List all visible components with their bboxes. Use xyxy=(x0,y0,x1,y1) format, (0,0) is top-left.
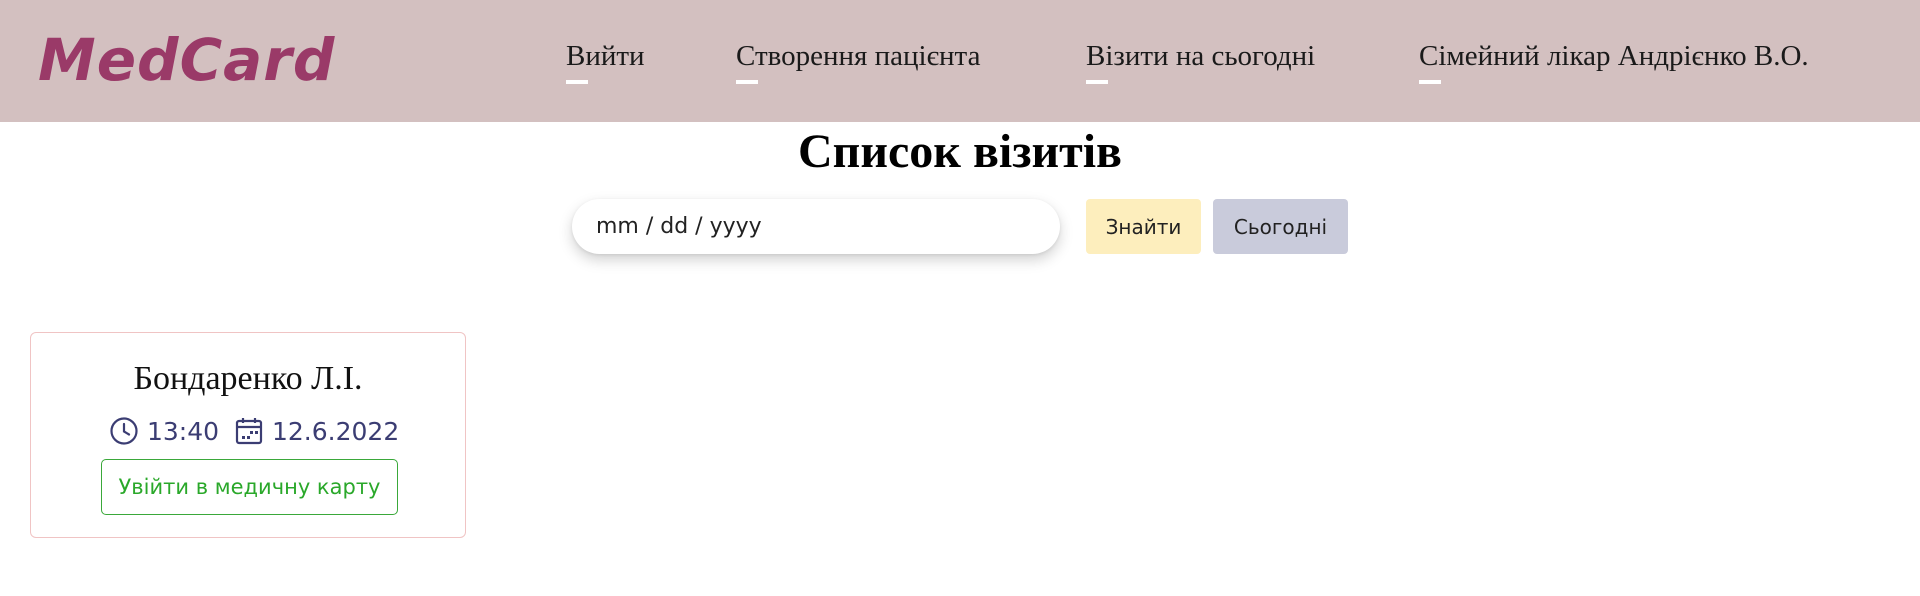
visit-date-label: 12.6.2022 xyxy=(272,416,400,446)
visit-time-label: 13:40 xyxy=(147,416,220,446)
date-input[interactable] xyxy=(572,199,1060,254)
calendar-icon xyxy=(235,418,263,445)
nav-family-doctor[interactable]: Сімейний лікар Андрієнко В.О. xyxy=(1419,36,1809,84)
patient-name: Бондаренко Л.І. xyxy=(133,360,363,397)
visit-card: Бондаренко Л.І. 13:40 12.6.2022 Увійти в… xyxy=(30,332,466,538)
nav-create-patient-label: Створення пацієнта xyxy=(736,40,981,72)
visit-time: 13:40 xyxy=(109,413,219,449)
nav-logout-label: Вийти xyxy=(566,40,645,72)
nav-underline xyxy=(1419,80,1441,84)
find-button[interactable]: Знайти xyxy=(1086,199,1201,254)
today-button[interactable]: Сьогодні xyxy=(1213,199,1348,254)
nav-today-visits[interactable]: Візити на сьогодні xyxy=(1086,36,1316,84)
nav-underline xyxy=(1086,80,1108,84)
logo[interactable]: MedCard xyxy=(38,20,335,100)
top-header: MedCard Вийти Створення пацієнта Візити … xyxy=(0,0,1920,122)
nav-logout[interactable]: Вийти xyxy=(566,36,645,84)
nav-underline xyxy=(736,80,758,84)
nav-underline xyxy=(566,80,588,84)
visit-date: 12.6.2022 xyxy=(234,413,399,449)
nav-create-patient[interactable]: Створення пацієнта xyxy=(736,36,981,84)
nav-family-doctor-label: Сімейний лікар Андрієнко В.О. xyxy=(1419,40,1809,72)
clock-icon xyxy=(110,417,138,445)
open-medical-card-button[interactable]: Увійти в медичну карту xyxy=(101,459,398,515)
page-title: Список візитів xyxy=(798,125,1122,178)
nav-today-visits-label: Візити на сьогодні xyxy=(1086,40,1316,72)
